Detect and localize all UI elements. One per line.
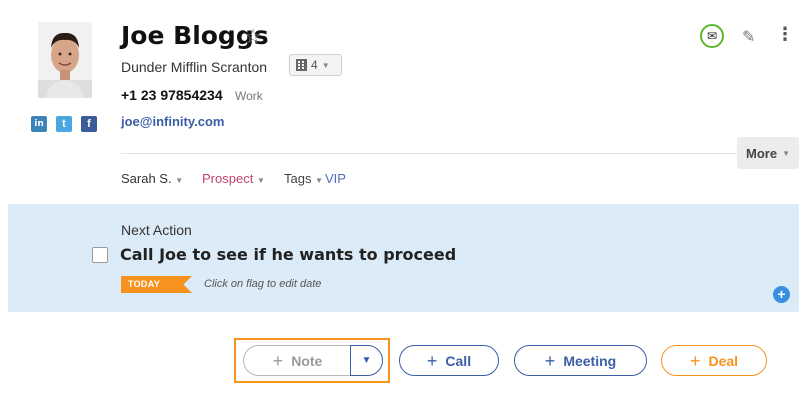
email-link[interactable]: joe@infinity.com [121,114,224,130]
kebab-menu-icon[interactable]: ⋮ [776,25,794,43]
chevron-down-icon: ▼ [256,176,265,185]
status-selector[interactable]: Prospect ▼ [202,171,265,189]
add-deal-button[interactable]: + Deal [661,345,767,376]
chevron-down-icon: ▼ [361,355,372,366]
facebook-icon[interactable]: f [81,116,97,132]
company-name[interactable]: Dunder Mifflin Scranton [121,59,267,75]
status-label: Prospect [202,171,254,186]
add-note-button[interactable]: + Note [243,345,351,376]
company-selector-button[interactable]: 4 ▼ [289,54,342,76]
plus-icon: + [689,350,701,371]
chevron-down-icon: ▼ [175,176,184,185]
next-action-checkbox[interactable] [92,247,108,263]
add-call-button[interactable]: + Call [399,345,499,376]
call-label: Call [445,352,472,369]
tags-selector[interactable]: Tags ▼ [284,171,323,189]
phone-number[interactable]: +1 23 97854234 [121,87,223,103]
chevron-down-icon: ▼ [315,176,324,185]
phone-type: Work [235,89,263,103]
pencil-icon[interactable]: ✎ [742,27,755,47]
chevron-down-icon: ▼ [782,148,790,158]
due-date-flag[interactable]: TODAY [121,276,192,293]
chevron-down-icon: ▼ [321,60,330,70]
owner-label: Sarah S. [121,171,172,186]
plus-icon: + [426,350,438,371]
next-action-label: Next Action [121,222,192,238]
tag-vip[interactable]: VIP [325,171,346,187]
note-dropdown-button[interactable]: ▼ [350,345,383,376]
tags-label: Tags [284,171,312,186]
note-label: Note [291,352,323,369]
avatar-photo [38,22,92,98]
deal-label: Deal [708,352,739,369]
more-button[interactable]: More ▼ [737,137,799,169]
flag-hint: Click on flag to edit date [204,278,322,290]
twitter-icon[interactable]: t [56,116,72,132]
owner-selector[interactable]: Sarah S. ▼ [121,171,183,189]
more-label: More [746,145,778,161]
linkedin-icon[interactable]: in [31,116,47,132]
divider [121,153,737,154]
next-action-title[interactable]: Call Joe to see if he wants to proceed [120,245,456,265]
building-icon [296,59,307,71]
add-meeting-button[interactable]: + Meeting [514,345,647,376]
plus-icon: + [544,350,556,371]
email-sync-icon[interactable]: ✉ [700,24,724,48]
plus-circle-icon[interactable]: + [773,286,790,303]
company-count: 4 [311,58,318,72]
star-icon[interactable]: ☆ [244,27,262,47]
meeting-label: Meeting [563,352,617,369]
contact-avatar [38,22,92,98]
plus-icon: + [272,350,284,371]
